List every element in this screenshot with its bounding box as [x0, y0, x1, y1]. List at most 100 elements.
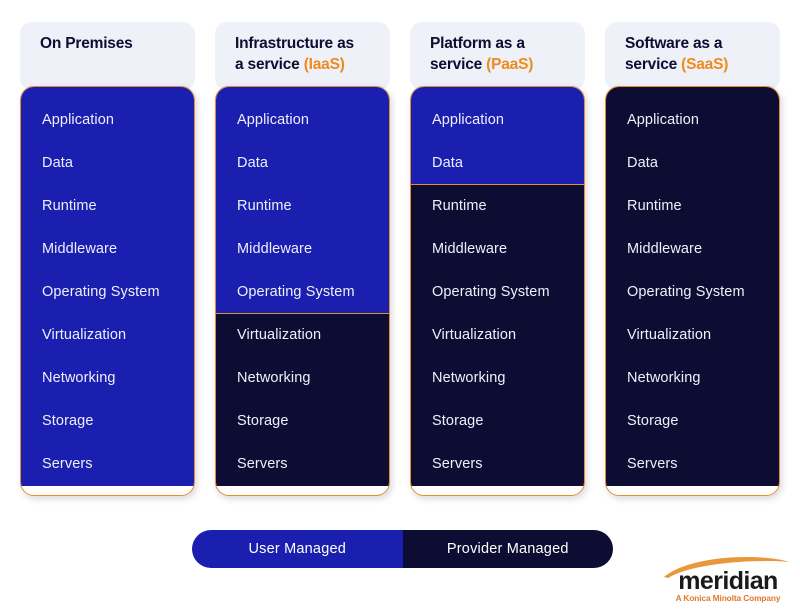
layer-servers: Servers — [21, 443, 194, 486]
layer-operating-system: Operating System — [216, 271, 389, 314]
layer-label: Virtualization — [432, 327, 517, 344]
layer-application: Application — [216, 87, 389, 142]
layer-networking: Networking — [21, 357, 194, 400]
layer-label: Data — [627, 155, 659, 172]
layer-data: Data — [216, 142, 389, 185]
layer-label: Storage — [627, 413, 679, 430]
layer-middleware: Middleware — [606, 228, 779, 271]
layer-storage: Storage — [216, 400, 389, 443]
layer-runtime: Runtime — [21, 185, 194, 228]
layer-middleware: Middleware — [411, 228, 584, 271]
legend-pill: User Managed Provider Managed — [192, 530, 613, 568]
layer-label: Application — [42, 112, 115, 129]
layer-label: Application — [432, 112, 505, 129]
layer-label: Storage — [237, 413, 289, 430]
column-title-line: On Premises — [40, 35, 133, 52]
legend-user-managed: User Managed — [192, 530, 403, 568]
column-header-iaas: Infrastructure as a service (IaaS) — [215, 22, 390, 90]
logo-wordmark: meridian — [678, 567, 778, 595]
column-title-paas: Platform as a service (PaaS) — [430, 34, 569, 75]
layer-servers: Servers — [411, 443, 584, 486]
layer-storage: Storage — [606, 400, 779, 443]
column-title-on-premises: On Premises — [40, 34, 179, 55]
layer-runtime: Runtime — [411, 185, 584, 228]
layer-label: Data — [432, 154, 464, 171]
column-stack-on-premises: Application Data Runtime Middleware Operatin… — [20, 86, 195, 496]
legend-user-managed-label: User Managed — [248, 541, 346, 557]
column-title-saas: Software as a service (SaaS) — [625, 34, 764, 75]
column-title-line: service — [430, 55, 487, 73]
column-stack-iaas: Application Data Runtime Middleware Operatin… — [215, 86, 390, 496]
column-header-paas: Platform as a service (PaaS) — [410, 22, 585, 90]
layer-label: Operating System — [432, 284, 550, 301]
column-title-iaas: Infrastructure as a service (IaaS) — [235, 34, 374, 75]
layer-label: Servers — [432, 456, 483, 473]
column-title-line: Software as a — [625, 35, 723, 52]
layer-label: Networking — [627, 370, 701, 387]
layer-networking: Networking — [606, 357, 779, 400]
layer-servers: Servers — [216, 443, 389, 486]
layer-storage: Storage — [411, 400, 584, 443]
layer-label: Middleware — [237, 241, 313, 258]
layer-label: Application — [627, 112, 700, 129]
layer-networking: Networking — [411, 357, 584, 400]
layer-virtualization: Virtualization — [216, 314, 389, 357]
layer-label: Runtime — [432, 198, 487, 215]
column-stack-paas: Application Data Runtime Middleware Operatin… — [410, 86, 585, 496]
layer-label: Virtualization — [627, 327, 712, 344]
layer-runtime: Runtime — [606, 185, 779, 228]
layer-label: Virtualization — [237, 327, 322, 344]
layer-label: Runtime — [627, 198, 682, 215]
layer-storage: Storage — [21, 400, 194, 443]
layer-label: Middleware — [627, 241, 703, 258]
layer-middleware: Middleware — [21, 228, 194, 271]
layer-label: Networking — [237, 370, 311, 387]
layer-operating-system: Operating System — [606, 271, 779, 314]
layer-label: Operating System — [237, 283, 355, 300]
layer-label: Data — [42, 155, 74, 172]
layer-virtualization: Virtualization — [21, 314, 194, 357]
layer-label: Runtime — [237, 198, 292, 215]
layer-label: Runtime — [42, 198, 97, 215]
layer-servers: Servers — [606, 443, 779, 486]
layer-label: Servers — [627, 456, 678, 473]
legend-provider-managed: Provider Managed — [402, 530, 613, 568]
column-title-line: a service — [235, 55, 304, 73]
layer-operating-system: Operating System — [411, 271, 584, 314]
layer-application: Application — [411, 87, 584, 142]
layer-label: Operating System — [627, 284, 745, 301]
column-acronym-iaas: (IaaS) — [303, 55, 345, 73]
layer-data: Data — [411, 142, 584, 185]
column-header-saas: Software as a service (SaaS) — [605, 22, 780, 90]
column-title-line: Infrastructure as — [235, 35, 354, 52]
column-title-line: Platform as a — [430, 35, 525, 52]
layer-application: Application — [21, 87, 194, 142]
layer-data: Data — [606, 142, 779, 185]
column-acronym-saas: (SaaS) — [681, 55, 729, 73]
legend-provider-managed-label: Provider Managed — [446, 541, 569, 557]
layer-label: Servers — [237, 456, 288, 473]
layer-label: Middleware — [432, 241, 508, 258]
layer-middleware: Middleware — [216, 228, 389, 271]
layer-application: Application — [606, 87, 779, 142]
layer-label: Operating System — [42, 284, 160, 301]
layer-operating-system: Operating System — [21, 271, 194, 314]
layer-virtualization: Virtualization — [411, 314, 584, 357]
layer-label: Networking — [42, 370, 116, 387]
layer-label: Middleware — [42, 241, 118, 258]
logo-tagline: A Konica Minolta Company — [675, 593, 781, 603]
layer-label: Application — [237, 112, 310, 129]
layer-data: Data — [21, 142, 194, 185]
cloud-service-models-diagram: On Premises Application Data Runtime Middlew… — [0, 0, 800, 615]
layer-runtime: Runtime — [216, 185, 389, 228]
layer-label: Servers — [42, 456, 93, 473]
column-acronym-paas: (PaaS) — [486, 55, 534, 73]
column-stack-saas: Application Data Runtime Middleware Operatin… — [605, 86, 780, 496]
layer-virtualization: Virtualization — [606, 314, 779, 357]
layer-label: Data — [237, 155, 269, 172]
meridian-logo: meridian A Konica Minolta Company — [652, 556, 792, 608]
layer-label: Storage — [42, 413, 94, 430]
layer-label: Virtualization — [42, 327, 127, 344]
layer-label: Storage — [432, 413, 484, 430]
layer-label: Networking — [432, 370, 506, 387]
